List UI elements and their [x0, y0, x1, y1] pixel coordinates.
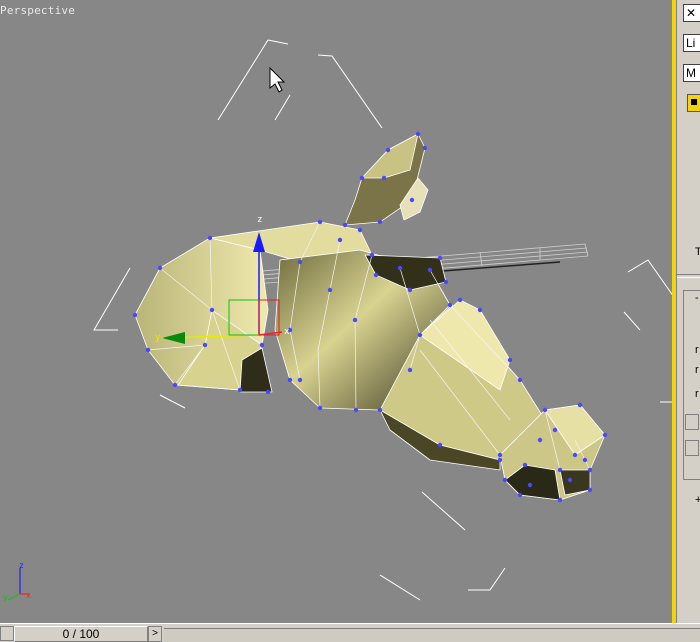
rollout-expand-button[interactable]: + [695, 494, 700, 506]
panel-divider [677, 274, 700, 278]
svg-text:x: x [284, 327, 290, 337]
svg-text:x: x [26, 591, 31, 600]
time-slider-prev-button[interactable] [0, 626, 14, 641]
time-track[interactable] [164, 628, 700, 642]
time-slider-next-button[interactable]: > [148, 626, 162, 642]
panel-label-1: r [695, 344, 699, 356]
panel-close-icon[interactable]: ✕ [683, 4, 700, 22]
command-panel: ✕ Li M T - r r r + [676, 0, 700, 623]
rollout-collapse-button[interactable]: - [695, 292, 699, 304]
panel-dropdown-2[interactable]: M [683, 64, 700, 82]
world-axis-icon: z x y [3, 561, 31, 602]
svg-text:z: z [19, 561, 24, 570]
panel-tab-glyph[interactable]: T [695, 246, 700, 258]
panel-small-button-1[interactable] [685, 414, 699, 430]
panel-small-button-2[interactable] [685, 440, 699, 456]
svg-text:z: z [257, 215, 262, 225]
viewport-label[interactable]: Perspective [0, 4, 75, 17]
svg-text:y: y [3, 593, 8, 602]
time-slider-thumb[interactable]: 0 / 100 [14, 626, 148, 642]
mouse-cursor-icon [269, 66, 286, 93]
panel-label-3: r [695, 388, 699, 400]
scene-canvas[interactable]: z y x z x y [0, 0, 676, 623]
svg-text:y: y [155, 333, 161, 343]
panel-dropdown-1[interactable]: Li [683, 34, 700, 52]
perspective-viewport[interactable]: z y x z x y Perspective [0, 0, 676, 623]
horse-head-mesh[interactable] [134, 133, 606, 501]
color-swatch-button[interactable] [687, 94, 700, 112]
time-slider-bar: 0 / 100 > [0, 623, 700, 642]
panel-label-2: r [695, 364, 699, 376]
